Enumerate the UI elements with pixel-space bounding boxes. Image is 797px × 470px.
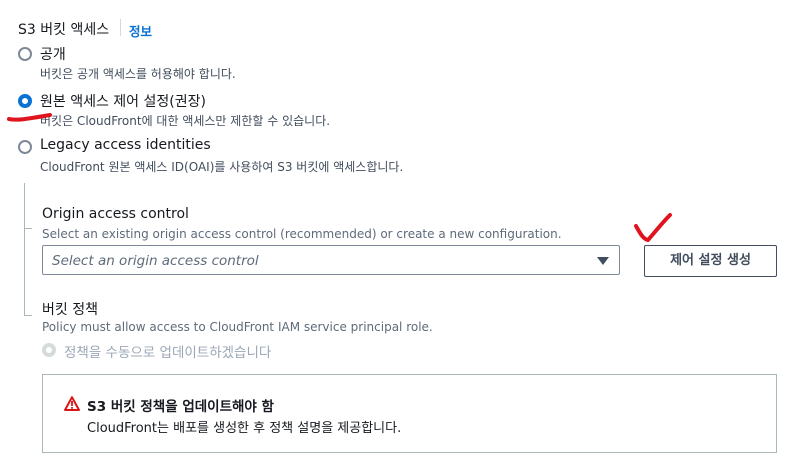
option-legacy-label[interactable]: Legacy access identities <box>40 137 211 153</box>
bucket-policy-label: 버킷 정책 <box>42 302 98 318</box>
alert-title: S3 버킷 정책을 업데이트해야 함 <box>87 399 274 415</box>
radio-legacy-oai[interactable] <box>18 140 32 154</box>
oac-select-placeholder: Select an origin access control <box>52 253 259 269</box>
annotation-checkmark <box>634 213 672 242</box>
oac-label: Origin access control <box>42 206 189 222</box>
create-control-setting-button[interactable]: 제어 설정 생성 <box>644 245 777 277</box>
option-oac-label[interactable]: 원본 액세스 제어 설정(권장) <box>40 91 206 111</box>
radio-manual-policy[interactable] <box>42 343 56 357</box>
tree-tick <box>24 315 32 316</box>
info-link[interactable]: 정보 <box>129 21 152 40</box>
option-legacy-desc: CloudFront 원본 액세스 ID(OAI)를 사용하여 S3 버킷에 액… <box>40 160 404 174</box>
bucket-policy-desc: Policy must allow access to CloudFront I… <box>42 320 433 334</box>
oac-desc: Select an existing origin access control… <box>42 227 562 241</box>
radio-public[interactable] <box>18 47 32 61</box>
alert-body: CloudFront는 배포를 생성한 후 정책 설명을 제공합니다. <box>87 421 402 436</box>
warning-triangle-icon <box>64 396 80 411</box>
option-public-label[interactable]: 공개 <box>40 44 66 64</box>
manual-policy-label[interactable]: 정책을 수동으로 업데이트하겠습니다 <box>64 341 271 361</box>
tree-line <box>24 183 25 315</box>
caret-down-icon <box>597 257 609 265</box>
option-public-desc: 버킷은 공개 액세스를 허용해야 합니다. <box>40 67 236 81</box>
option-oac-desc: 버킷은 CloudFront에 대한 액세스만 제한할 수 있습니다. <box>40 114 331 128</box>
oac-select[interactable]: Select an origin access control <box>42 245 620 275</box>
tree-tick <box>24 228 32 229</box>
radio-origin-access-control[interactable] <box>18 94 32 108</box>
warning-alert: S3 버킷 정책을 업데이트해야 함 CloudFront는 배포를 생성한 후… <box>42 374 777 453</box>
header-divider <box>120 19 121 36</box>
section-title: S3 버킷 액세스 <box>18 22 110 38</box>
